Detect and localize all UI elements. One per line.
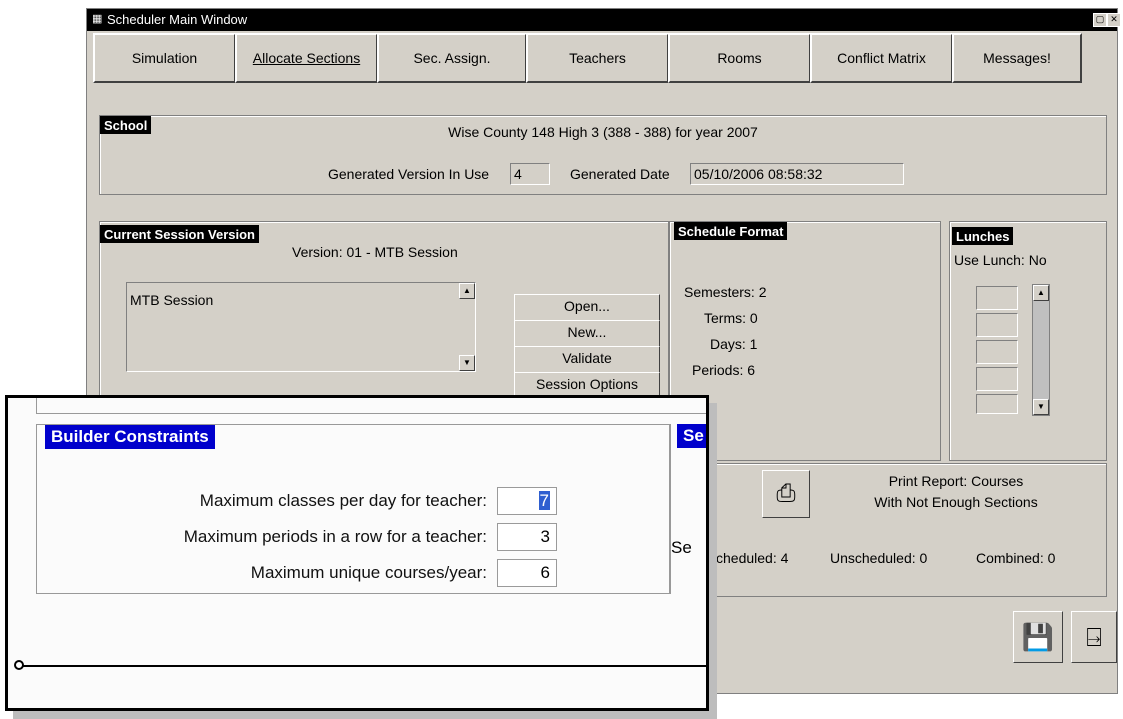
max-classes-value: 7 <box>538 491 550 510</box>
lunches-header: Lunches <box>952 227 1014 245</box>
school-description: Wise County 148 High 3 (388 - 388) for y… <box>448 124 758 140</box>
generated-version-field: 4 <box>510 163 550 185</box>
scheduled-count: cheduled: 4 <box>716 550 789 566</box>
tab-rooms[interactable]: Rooms <box>668 33 811 83</box>
print-report-line1: Print Report: Courses <box>888 473 1024 489</box>
print-report-line2: With Not Enough Sections <box>874 494 1038 510</box>
lunch-slot-1[interactable] <box>976 286 1018 310</box>
current-session-group: Current Session Version Version: 01 - MT… <box>99 221 669 411</box>
use-lunch-text: Use Lunch: No <box>954 252 1047 268</box>
days-text: Days: 1 <box>710 336 758 352</box>
tab-allocate-sections-label: Allocate Sections <box>252 50 361 66</box>
close-icon[interactable]: ✕ <box>1107 13 1121 27</box>
lunch-scroll-up-icon[interactable]: ▲ <box>1033 285 1049 301</box>
tab-sec-assign[interactable]: Sec. Assign. <box>377 33 527 83</box>
partial-group: Se Se <box>670 424 706 594</box>
window-title: Scheduler Main Window <box>107 12 248 27</box>
session-list-scrollbar[interactable]: ▲ ▼ <box>459 283 475 371</box>
title-bar: ▦ Scheduler Main Window ▢ ✕ <box>87 9 1121 31</box>
max-periods-label: Maximum periods in a row for a teacher: <box>183 527 487 546</box>
builder-constraints-group: Builder Constraints Maximum classes per … <box>36 424 670 594</box>
tab-simulation[interactable]: Simulation <box>93 33 236 83</box>
save-disk-icon[interactable]: 💾 <box>1013 611 1063 663</box>
lunch-slot-5[interactable] <box>976 394 1018 414</box>
lunch-slot-4[interactable] <box>976 367 1018 391</box>
combined-count: Combined: 0 <box>976 550 1056 566</box>
lunch-scrollbar[interactable]: ▲ ▼ <box>1032 284 1050 416</box>
slider-track[interactable] <box>20 665 706 667</box>
max-unique-courses-label: Maximum unique courses/year: <box>250 563 487 582</box>
app-icon: ▦ <box>92 13 103 25</box>
session-version-text: Version: 01 - MTB Session <box>292 244 458 260</box>
schedule-format-header: Schedule Format <box>674 222 788 240</box>
restore-icon[interactable]: ▢ <box>1093 13 1107 27</box>
validate-button[interactable]: Validate <box>514 346 660 373</box>
slider-handle[interactable] <box>14 660 24 670</box>
generated-version-label: Generated Version In Use <box>328 166 490 182</box>
semesters-text: Semesters: 2 <box>684 284 767 300</box>
new-button[interactable]: New... <box>514 320 660 347</box>
lunch-slot-3[interactable] <box>976 340 1018 364</box>
tab-conflict-matrix[interactable]: Conflict Matrix <box>810 33 953 83</box>
scroll-down-arrow-icon[interactable]: ▼ <box>459 355 475 371</box>
exit-door-icon[interactable]: ⍈ <box>1071 611 1117 663</box>
tab-messages[interactable]: Messages! <box>952 33 1082 83</box>
builder-constraints-header: Builder Constraints <box>45 425 215 449</box>
zoom-top-edge <box>36 398 706 414</box>
periods-text: Periods: 6 <box>692 362 756 378</box>
session-list-item[interactable]: MTB Session <box>130 292 213 308</box>
lunch-slot-2[interactable] <box>976 313 1018 337</box>
max-classes-label: Maximum classes per day for teacher: <box>199 491 487 510</box>
open-button[interactable]: Open... <box>514 294 660 321</box>
terms-text: Terms: 0 <box>704 310 758 326</box>
max-classes-input[interactable]: 7 <box>497 487 557 515</box>
generated-date-field: 05/10/2006 08:58:32 <box>690 163 904 185</box>
max-unique-courses-input[interactable]: 6 <box>497 559 557 587</box>
school-group: School Wise County 148 High 3 (388 - 388… <box>99 115 1107 195</box>
partial-label: Se <box>671 538 692 557</box>
zoom-callout: Builder Constraints Maximum classes per … <box>5 395 709 711</box>
lunch-scroll-down-icon[interactable]: ▼ <box>1033 399 1049 415</box>
report-group: ⎙ Print Report: Courses With Not Enough … <box>669 463 1107 597</box>
schedule-format-group: Schedule Format Semesters: 2 Terms: 0 Da… <box>669 221 941 461</box>
session-listbox[interactable]: MTB Session ▲ ▼ <box>126 282 476 372</box>
tab-teachers[interactable]: Teachers <box>526 33 669 83</box>
lunches-group: Lunches Use Lunch: No ▲ ▼ <box>949 221 1107 461</box>
tab-allocate-sections[interactable]: Allocate Sections <box>235 33 378 83</box>
unscheduled-count: Unscheduled: 0 <box>830 550 928 566</box>
current-session-header: Current Session Version <box>100 225 259 243</box>
partial-header: Se <box>677 424 706 448</box>
scroll-up-arrow-icon[interactable]: ▲ <box>459 283 475 299</box>
printer-icon[interactable]: ⎙ <box>762 470 810 518</box>
generated-date-label: Generated Date <box>570 166 670 182</box>
max-periods-input[interactable]: 3 <box>497 523 557 551</box>
